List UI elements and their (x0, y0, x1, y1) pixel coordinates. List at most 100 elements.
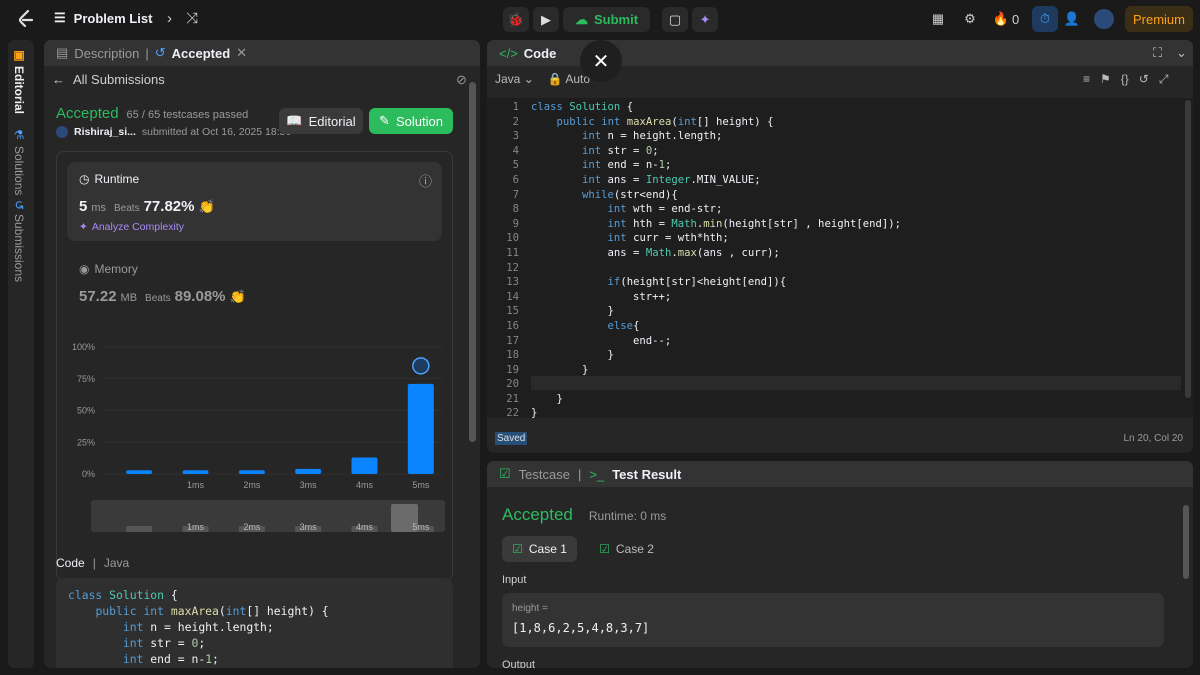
code-divider: | (92, 556, 96, 570)
maximize-icon[interactable]: ⛶ (1153, 45, 1162, 61)
share-link-icon[interactable]: ⊘ (456, 72, 467, 88)
result-tabs: ☑ Testcase | >_ Test Result (487, 461, 1193, 487)
layout-icon[interactable]: ▦ (925, 6, 951, 32)
line-number: 19 (506, 363, 519, 376)
left-scrollbar[interactable] (469, 82, 476, 442)
solution-button[interactable]: ✎ Solution (369, 108, 453, 134)
code-line: } (531, 407, 538, 420)
avatar[interactable] (1091, 6, 1117, 32)
back-arrow-icon: ← (52, 72, 65, 87)
accepted-tab-icon: ↺ (154, 45, 166, 60)
braces-icon[interactable]: {} (1121, 72, 1129, 87)
username[interactable]: Rishiraj_si... (74, 126, 136, 138)
x-tick-label: 3ms (300, 480, 318, 490)
streak-count: 0 (1011, 11, 1020, 27)
line-number: 11 (506, 246, 519, 259)
tab-accepted[interactable]: Accepted (172, 46, 231, 61)
bookmark-icon[interactable]: ⚑ (1100, 72, 1111, 87)
settings-gear-icon[interactable]: ⚙ (957, 6, 983, 32)
line-number: 6 (512, 173, 519, 186)
editor-code[interactable]: class Solution { public int maxArea(int[… (531, 100, 901, 421)
code-line: int str = 0; (582, 144, 659, 157)
editor-title: Code (523, 45, 557, 61)
runtime-card[interactable]: ◷ Runtime ⓘ 5 ms Beats 77.82% 👏 ✦ Analyz… (67, 162, 442, 241)
tab-divider: | (145, 45, 149, 61)
code-line: public int maxArea(int[] height) { (95, 604, 329, 618)
user-avatar (56, 126, 68, 138)
analyze-complexity-link[interactable]: ✦ Analyze Complexity (79, 221, 184, 233)
sidebar-tab-editorial[interactable]: ▣ Editorial (12, 48, 26, 114)
timer-icon[interactable]: ⏱ (1032, 6, 1058, 32)
history-icon: ↺ (12, 200, 26, 211)
line-number: 22 (506, 407, 519, 420)
checkbox-icon: ☑ (499, 466, 511, 481)
output-label: Output (502, 659, 536, 668)
book-icon: ▣ (12, 48, 26, 62)
sidebar-tab-solutions[interactable]: ⚗ Solutions (12, 128, 26, 195)
editor-scrollbar[interactable] (1185, 100, 1191, 398)
code-line: int n = height.length; (582, 130, 723, 143)
testcases-passed: 65 / 65 testcases passed (126, 109, 249, 121)
fullscreen-icon[interactable]: ⤢ (1159, 72, 1169, 87)
info-icon[interactable]: ⓘ (419, 171, 432, 190)
chart-bar (295, 468, 322, 474)
memory-card[interactable]: ◉ Memory (79, 262, 138, 276)
case-2-tab[interactable]: ☑ Case 2 (589, 536, 664, 562)
x-tick-label: 1ms (187, 480, 205, 490)
tab-test-result[interactable]: Test Result (612, 467, 681, 482)
code-line: end--; (531, 334, 672, 347)
terminal-icon: >_ (589, 466, 605, 482)
line-number: 2 (512, 115, 519, 128)
code-area[interactable]: 1 2 3 4 5 6 7 8 9 10 11 12 13 14 15 16 17 18 19 20 21 22 clas… (487, 98, 1193, 421)
x-tick-label: 2ms (243, 480, 261, 490)
line-numbers: 1 2 3 4 5 6 7 8 9 10 11 12 13 14 15 16 17 18 19 20 21 22 (495, 100, 519, 421)
memory-beats: 89.08% (174, 288, 226, 305)
sparkle-icon: ✦ (79, 221, 88, 233)
check-icon: ☑ (512, 542, 523, 556)
all-submissions-link[interactable]: ← All Submissions (52, 72, 165, 87)
range-label: 1ms (187, 522, 205, 532)
case-1-tab[interactable]: ☑ Case 1 (502, 536, 577, 562)
clap-icon: 👏 (198, 199, 215, 214)
clock-icon: ◷ (79, 172, 90, 186)
runtime-beats: 77.82% (143, 198, 195, 215)
line-number: 17 (506, 334, 519, 347)
premium-button[interactable]: Premium (1125, 6, 1193, 32)
submitted-code: class Solution { public int maxArea(int[… (68, 587, 441, 667)
close-overlay-button[interactable]: ✕ (580, 40, 622, 82)
sidebar-tab-submissions[interactable]: ↺ Submissions (12, 200, 26, 282)
submission-status: Accepted (56, 105, 119, 122)
y-tick-label: 0% (82, 469, 95, 479)
format-icon[interactable]: ≡ (1083, 72, 1090, 87)
collapse-icon[interactable]: ⌄ (1176, 45, 1187, 61)
flask-icon: ⚗ (12, 128, 26, 142)
current-line-highlight (531, 376, 1181, 390)
code-line: public int maxArea(int[] height) { (556, 115, 774, 128)
result-scrollbar[interactable] (1183, 505, 1189, 579)
reset-icon[interactable]: ↺ (1139, 72, 1149, 87)
tab-description[interactable]: Description (74, 46, 139, 61)
range-label: 3ms (300, 522, 318, 532)
add-friend-icon[interactable]: 👤 (1059, 6, 1085, 32)
editorial-button[interactable]: 📖 Editorial (279, 108, 363, 134)
runtime-beats-label: Beats (114, 203, 140, 214)
language-select[interactable]: Java ⌄ (495, 72, 534, 86)
line-number: 8 (512, 203, 519, 216)
tab-testcase[interactable]: Testcase (519, 467, 570, 482)
top-bar: ☰ Problem List ‹ › ⤨ 🐞 ▶ ☁ Submit ▢ ✦ ▦ … (0, 0, 1200, 38)
memory-value: 57.22 (79, 288, 117, 305)
test-result-panel: ☑ Testcase | >_ Test Result Accepted Run… (487, 461, 1193, 668)
streak-counter[interactable]: 🔥 0 (991, 6, 1021, 32)
edit-icon: ✎ (379, 113, 390, 128)
code-line: else{ (607, 319, 640, 332)
code-brackets-icon: </> (499, 45, 518, 61)
line-number: 12 (506, 261, 519, 274)
sidebar-solutions-label: Solutions (12, 146, 26, 196)
input-label: Input (502, 574, 527, 586)
range-label: 4ms (356, 522, 374, 532)
close-tab-icon[interactable]: ✕ (236, 45, 247, 61)
chart-bar (407, 383, 434, 474)
line-number: 10 (506, 232, 519, 245)
code-line: while(str<end){ (582, 188, 678, 201)
